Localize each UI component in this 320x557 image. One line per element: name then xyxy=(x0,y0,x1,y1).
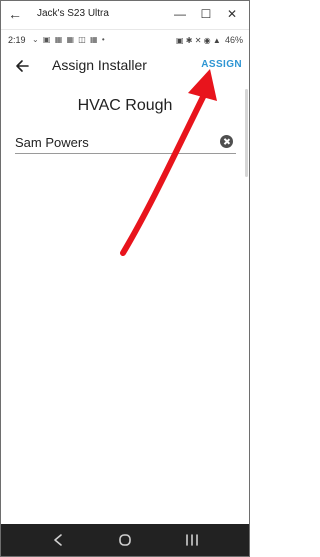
clear-circle-icon[interactable] xyxy=(220,135,233,148)
notification-icons: ⌄ ▣ ▦ ▦ ◫ ▦ • xyxy=(32,35,106,44)
recents-bars-icon xyxy=(186,534,198,546)
task-name-heading: HVAC Rough xyxy=(77,97,173,114)
minimize-button[interactable]: — xyxy=(167,5,193,23)
assign-button[interactable]: ASSIGN xyxy=(201,59,242,70)
battery-level: 46% xyxy=(224,35,243,45)
nav-home-button[interactable] xyxy=(105,524,145,556)
installer-input[interactable] xyxy=(15,131,210,153)
maximize-button[interactable]: ☐ xyxy=(193,5,219,23)
app-toolbar: Assign Installer ASSIGN xyxy=(1,51,249,81)
system-status-icons: ▣ ✱ ✕ ◉ ▲ 46% xyxy=(176,35,243,45)
annotation-arrow xyxy=(120,69,217,256)
installer-field xyxy=(15,131,236,154)
window-title-bar: ← Jack's S23 Ultra — ☐ ✕ xyxy=(1,1,249,30)
chevron-left-icon xyxy=(54,534,62,546)
android-nav-bar xyxy=(1,524,249,556)
nav-back-button[interactable] xyxy=(38,524,78,556)
arrow-shaft xyxy=(120,88,209,256)
window-controls: — ☐ ✕ xyxy=(167,5,245,23)
scroll-indicator xyxy=(245,89,248,177)
close-button[interactable]: ✕ xyxy=(219,5,245,23)
status-time: 2:19 xyxy=(8,35,26,45)
android-status-bar: 2:19 ⌄ ▣ ▦ ▦ ◫ ▦ • ▣ ✱ ✕ ◉ ▲ 46% xyxy=(1,31,249,51)
page-title: Assign Installer xyxy=(52,57,147,73)
window-back-icon[interactable]: ← xyxy=(6,4,24,24)
window-title: Jack's S23 Ultra xyxy=(37,8,109,19)
phone-mirror-window: ← Jack's S23 Ultra — ☐ ✕ 2:19 ⌄ ▣ ▦ ▦ ◫ … xyxy=(0,0,250,557)
back-button[interactable] xyxy=(13,54,31,78)
nav-recents-button[interactable] xyxy=(172,524,212,556)
signal-wifi-icons: ▣ ✱ ✕ ◉ ▲ xyxy=(175,36,221,45)
home-circle-icon xyxy=(119,534,131,546)
arrow-left-icon xyxy=(16,60,29,72)
